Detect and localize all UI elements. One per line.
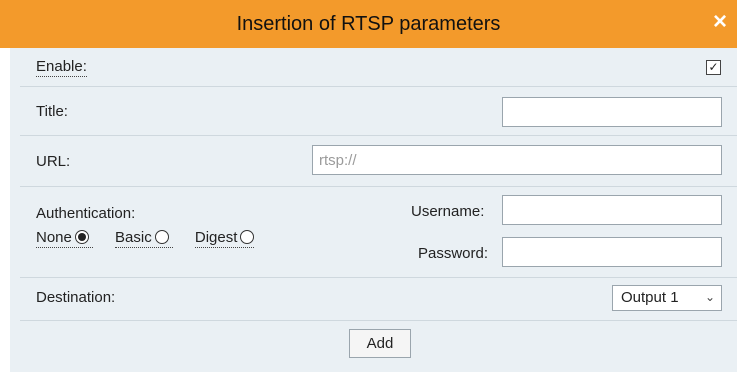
enable-label: Enable: — [36, 58, 87, 77]
auth-option-basic[interactable]: Basic — [115, 229, 173, 248]
add-button[interactable]: Add — [349, 329, 411, 358]
radio-basic-icon[interactable] — [154, 230, 169, 244]
destination-selected-value: Output 1 — [621, 289, 679, 306]
url-input[interactable] — [312, 145, 722, 175]
close-icon[interactable]: × — [709, 8, 731, 36]
password-label: Password: — [418, 245, 489, 262]
rtsp-dialog: Insertion of RTSP parameters × Enable: ✓… — [0, 0, 737, 372]
radio-digest-icon[interactable] — [240, 230, 255, 244]
auth-options: None Basic Digest — [36, 229, 255, 248]
url-label: URL: — [36, 153, 71, 170]
destination-label: Destination: — [36, 289, 116, 306]
authentication-row: Authentication: None Basic Digest Userna… — [20, 187, 737, 278]
auth-option-digest[interactable]: Digest — [194, 229, 255, 248]
chevron-down-icon: ⌄ — [704, 290, 715, 304]
radio-none-icon[interactable] — [74, 230, 89, 244]
title-input[interactable] — [502, 97, 722, 127]
username-label: Username: — [411, 203, 485, 220]
title-row: Title: — [20, 87, 737, 136]
destination-row: Destination: Output 1 ⌄ — [20, 278, 737, 321]
title-label: Title: — [36, 103, 68, 120]
dialog-titlebar: Insertion of RTSP parameters × — [0, 0, 737, 48]
enable-row: Enable: ✓ — [20, 48, 737, 87]
auth-option-digest-label: Digest — [194, 229, 238, 246]
enable-checkbox[interactable]: ✓ — [706, 60, 721, 75]
auth-option-basic-label: Basic — [115, 229, 152, 246]
dialog-title: Insertion of RTSP parameters — [236, 12, 501, 35]
dialog-body: Enable: ✓ Title: URL: Authentication: No… — [10, 48, 737, 372]
authentication-label: Authentication: — [36, 205, 136, 222]
username-input[interactable] — [502, 195, 722, 225]
url-row: URL: — [20, 136, 737, 187]
auth-option-none[interactable]: None — [36, 229, 94, 248]
auth-option-none-label: None — [36, 229, 72, 246]
destination-select[interactable]: Output 1 ⌄ — [612, 285, 722, 311]
password-input[interactable] — [502, 237, 722, 267]
